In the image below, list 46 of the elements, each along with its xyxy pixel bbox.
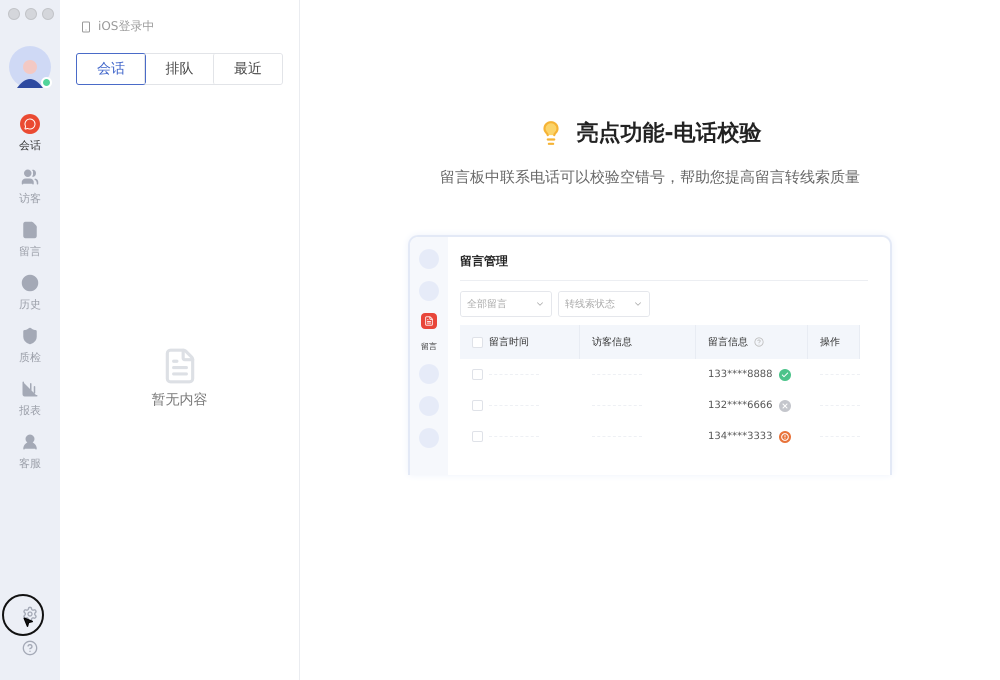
avatar[interactable] (9, 46, 51, 88)
phone-number: 132****6666 (708, 400, 773, 411)
settings-icon[interactable] (22, 606, 38, 622)
exclamation-icon (778, 430, 791, 442)
nav-item[interactable]: 客服 (19, 432, 41, 471)
message-icon (421, 313, 437, 329)
filter-dropdown[interactable]: 转线索状态 (558, 291, 650, 317)
checkbox[interactable] (472, 369, 483, 380)
nav-icon (20, 167, 40, 187)
checkbox[interactable] (472, 400, 483, 411)
nav-item[interactable]: 会话 (19, 114, 41, 153)
nav-item[interactable]: 留言 (19, 220, 41, 259)
nav-item[interactable]: 报表 (19, 379, 41, 418)
empty-text: 暂无内容 (152, 391, 208, 409)
cross-icon (778, 400, 791, 412)
help-icon[interactable] (22, 640, 38, 656)
mini-nav-label: 留言 (421, 341, 437, 352)
nav-item[interactable]: 历史 (19, 273, 41, 312)
column-title: 访客信息 (592, 336, 632, 349)
login-status-text: iOS登录中 (98, 18, 154, 35)
nav-icon (20, 379, 40, 399)
tab[interactable]: 最近 (212, 53, 283, 85)
checkbox[interactable] (472, 336, 483, 348)
phone-icon (80, 20, 92, 32)
nav-item[interactable]: 质检 (19, 326, 41, 365)
cursor-icon (22, 616, 34, 628)
feature-title: 亮点功能-电话校验 (576, 120, 762, 148)
check-icon (778, 368, 791, 380)
feature-subtitle: 留言板中联系电话可以校验空错号，帮助您提高留言转线索质量 (440, 168, 860, 187)
column-title: 留言信息 (708, 336, 748, 349)
column-title: 操作 (820, 336, 840, 349)
window-control[interactable] (8, 8, 20, 20)
preview-heading: 留言管理 (460, 253, 868, 281)
filter-dropdown[interactable]: 全部留言 (460, 291, 552, 317)
nav-item[interactable]: 访客 (19, 167, 41, 206)
column-title: 留言时间 (489, 336, 529, 349)
tab[interactable]: 排队 (144, 53, 215, 85)
tab[interactable]: 会话 (76, 53, 146, 85)
window-control[interactable] (42, 8, 54, 20)
window-control[interactable] (25, 8, 37, 20)
nav-icon (20, 114, 40, 134)
help-icon (754, 337, 764, 347)
checkbox[interactable] (472, 431, 483, 442)
phone-number: 134****3333 (708, 431, 773, 442)
nav-icon (20, 273, 40, 293)
phone-number: 133****8888 (708, 369, 773, 380)
